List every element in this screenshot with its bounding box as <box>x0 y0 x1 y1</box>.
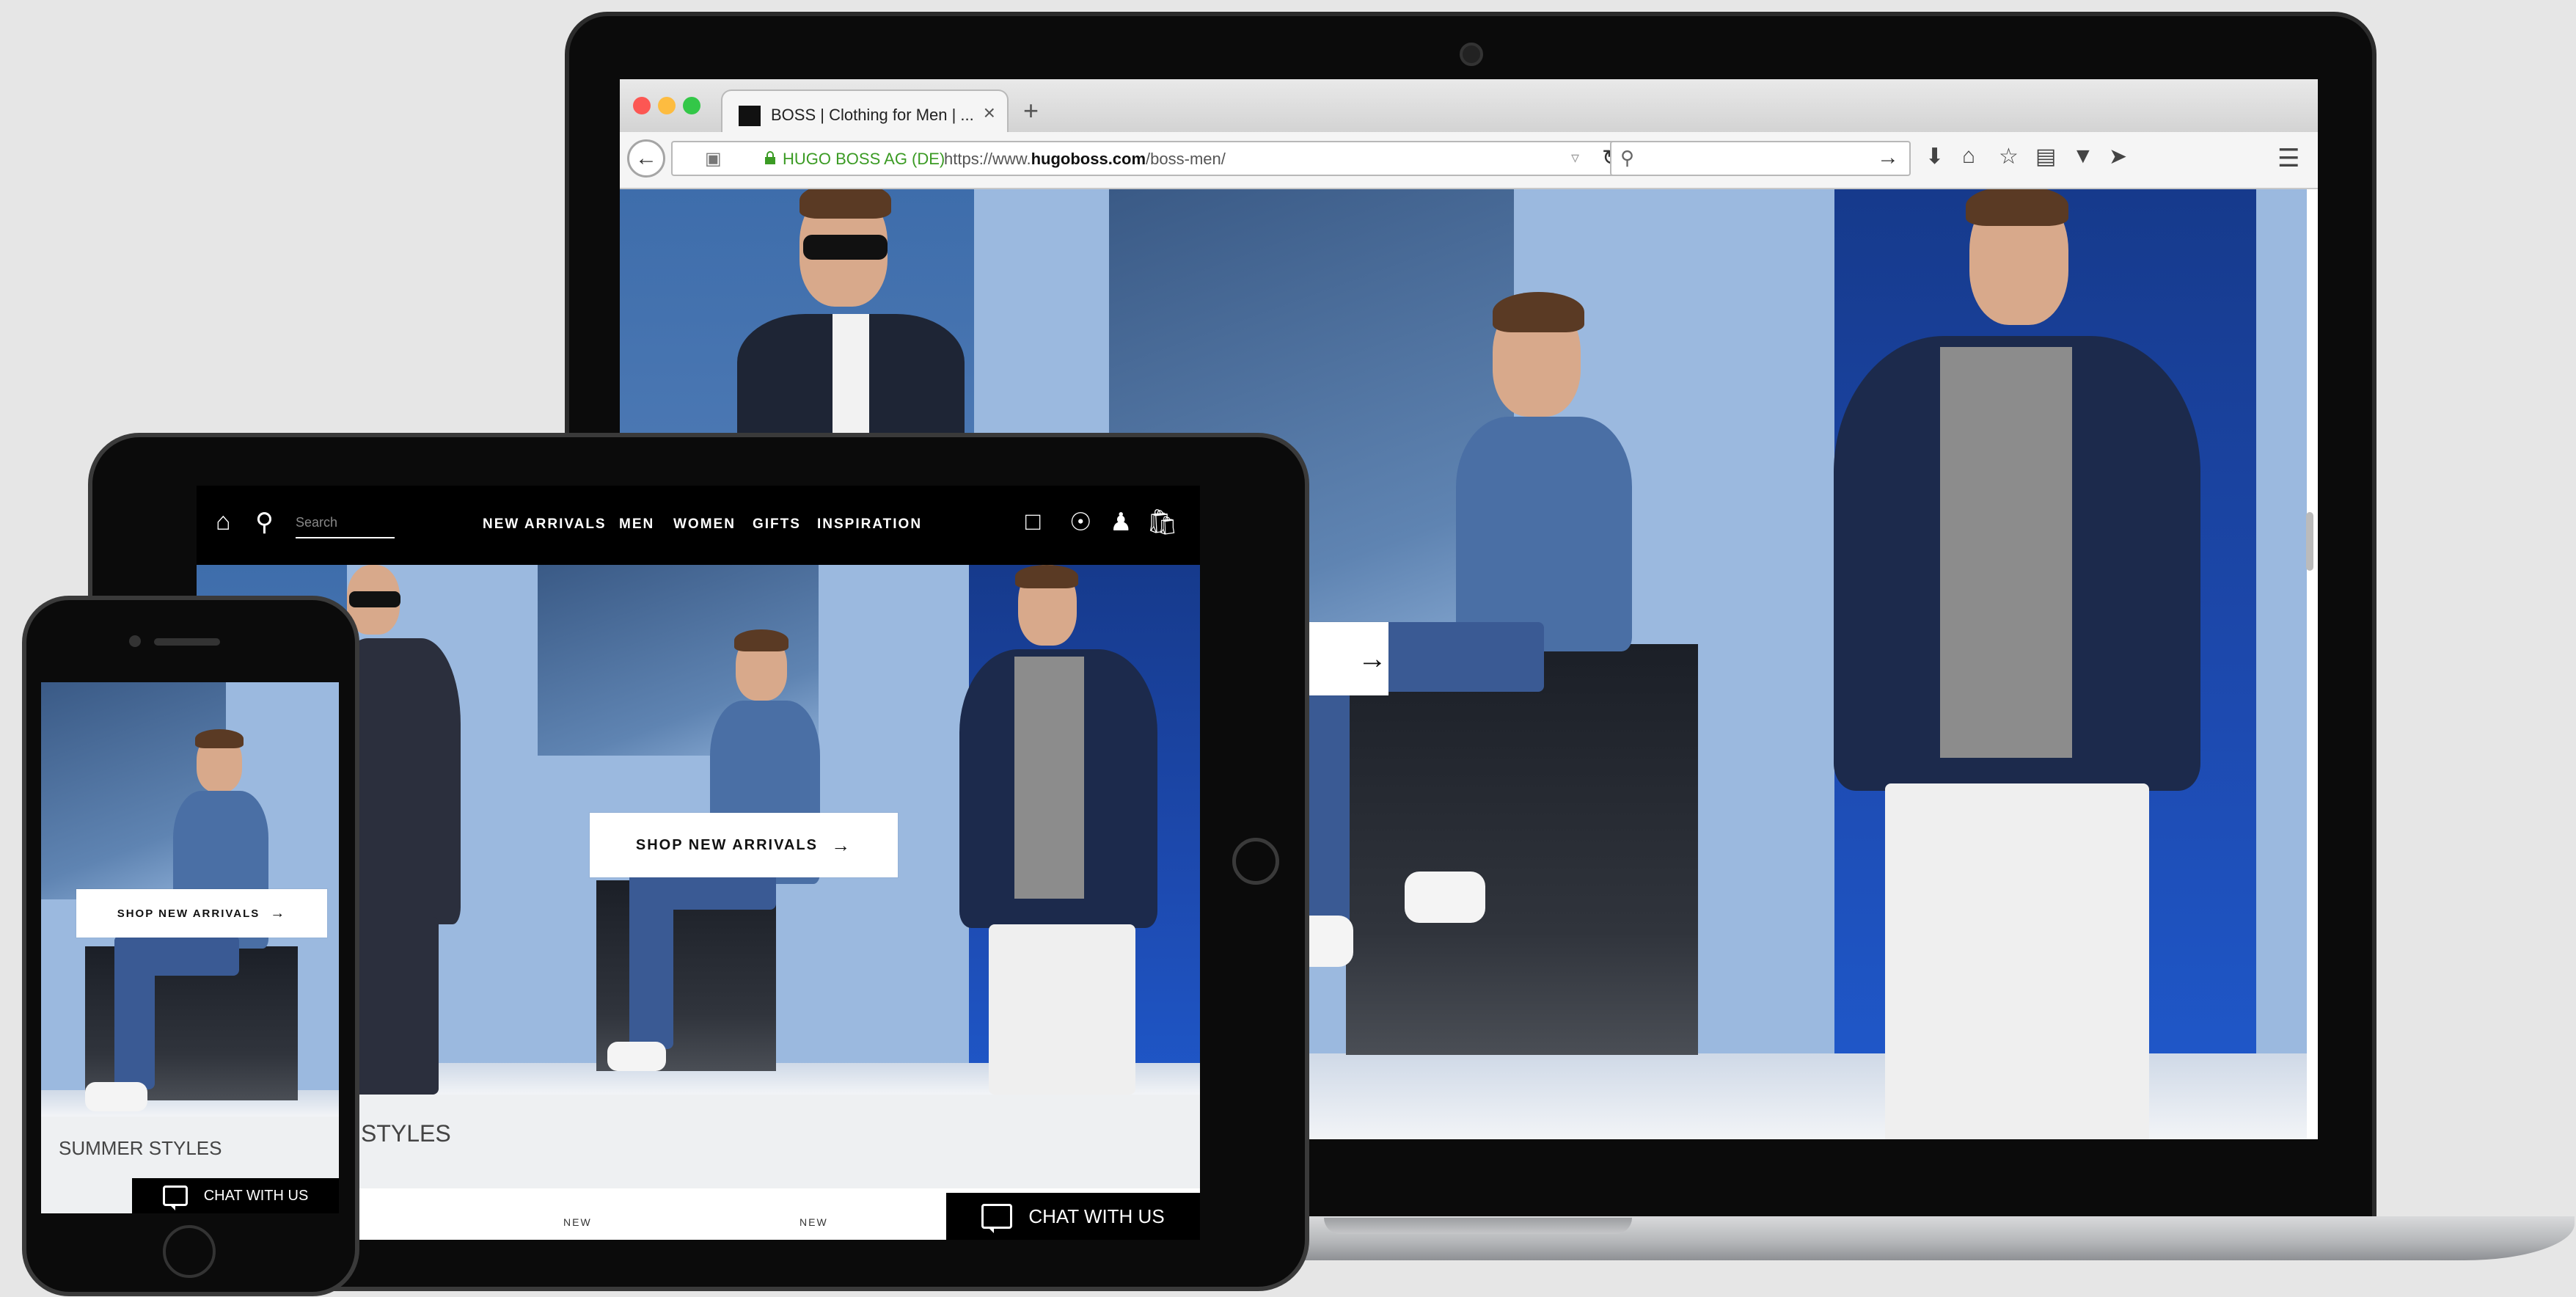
search-icon[interactable]: ⚲ <box>255 508 274 537</box>
hero-banner[interactable]: SHOP NEW ARRIVALS → <box>41 682 339 1117</box>
search-placeholder: Search <box>296 515 338 530</box>
browser-tab-bar: BOSS | Clothing for Men | ... × + <box>620 79 2318 134</box>
phone-home-button[interactable] <box>163 1225 216 1278</box>
section-title: SUMMER STYLES <box>59 1137 222 1159</box>
browser-tab[interactable]: BOSS | Clothing for Men | ... × <box>721 89 1009 134</box>
lock-icon <box>765 151 775 164</box>
chat-label: CHAT WITH US <box>1028 1205 1165 1227</box>
pocket-icon[interactable]: ▼ <box>2072 144 2094 169</box>
cta-label: SHOP NEW ARRIVALS <box>117 907 260 920</box>
star-icon[interactable]: ☆ <box>1999 144 2019 169</box>
chat-label: CHAT WITH US <box>203 1187 309 1204</box>
new-badge: NEW <box>563 1216 592 1228</box>
search-input[interactable]: ⚲ → <box>1610 141 1911 176</box>
nav-gifts[interactable]: GIFTS <box>753 516 801 533</box>
url-text: https://www.hugoboss.com/boss-men/ <box>944 150 1226 168</box>
nav-new-arrivals[interactable]: NEW ARRIVALS <box>483 516 607 533</box>
chat-icon[interactable]: □ <box>1025 508 1041 536</box>
laptop-notch <box>1324 1218 1632 1234</box>
shop-new-arrivals-button[interactable]: SHOP NEW ARRIVALS → <box>590 813 898 877</box>
laptop-camera <box>1460 43 1483 66</box>
chat-with-us-button[interactable]: CHAT WITH US <box>946 1193 1200 1240</box>
phone-speaker <box>154 638 220 646</box>
site-identity-label: HUGO BOSS AG (DE) <box>783 150 945 168</box>
store-locator-icon[interactable]: ☉ <box>1069 508 1091 537</box>
new-badge: NEW <box>799 1216 828 1228</box>
send-icon[interactable]: ➤ <box>2109 144 2127 169</box>
site-favicon <box>739 106 761 126</box>
back-arrow-icon[interactable]: ← <box>627 139 665 178</box>
search-go-icon[interactable]: → <box>1877 145 1899 170</box>
window-close-button[interactable] <box>633 97 651 114</box>
arrow-right-icon: → <box>1358 642 1388 675</box>
home-icon[interactable]: ⌂ <box>1962 144 1975 169</box>
home-icon[interactable]: ⌂ <box>216 508 231 536</box>
nav-men[interactable]: MEN <box>619 516 654 533</box>
tab-title: BOSS | Clothing for Men | ... <box>771 106 974 124</box>
site-header: ⌂ ⚲ Search NEW ARRIVALS MEN WOMEN GIFTS … <box>197 486 1200 565</box>
arrow-right-icon: → <box>831 833 852 856</box>
display-cube <box>1346 644 1698 1055</box>
account-icon[interactable]: ♟ <box>1110 508 1132 537</box>
cta-label: SHOP NEW ARRIVALS <box>635 836 818 853</box>
arrow-right-icon: → <box>270 905 287 921</box>
phone-site-screen: SHOP NEW ARRIVALS → SUMMER STYLES CHAT W… <box>41 682 339 1213</box>
nav-inspiration[interactable]: INSPIRATION <box>817 516 922 533</box>
browser-navigation-bar: ← ▣ HUGO BOSS AG (DE) https://www.hugobo… <box>620 132 2318 189</box>
url-dropdown-icon[interactable]: ▿ <box>1571 148 1579 167</box>
download-icon[interactable]: ⬇ <box>1925 144 1944 169</box>
reading-list-icon[interactable]: ▤ <box>2035 144 2056 169</box>
chat-with-us-button[interactable]: CHAT WITH US <box>132 1178 339 1213</box>
new-tab-button[interactable]: + <box>1023 95 1039 126</box>
window-zoom-button[interactable] <box>683 97 700 114</box>
chat-bubble-icon <box>981 1204 1013 1233</box>
chat-bubble-icon <box>162 1185 188 1210</box>
shop-new-arrivals-button[interactable]: SHOP NEW ARRIVALS → <box>76 889 327 938</box>
window-minimize-button[interactable] <box>658 97 676 114</box>
hamburger-menu-icon[interactable]: ☰ <box>2277 144 2299 173</box>
identity-icon[interactable]: ▣ <box>705 148 722 169</box>
phone-camera <box>129 635 141 647</box>
bag-icon[interactable]: 🛍 <box>1146 508 1178 537</box>
page-scrollbar[interactable] <box>2306 512 2313 571</box>
site-search-input[interactable]: Search <box>296 515 395 538</box>
nav-women[interactable]: WOMEN <box>673 516 736 533</box>
tab-close-icon[interactable]: × <box>984 101 995 125</box>
search-icon: ⚲ <box>1620 147 1635 169</box>
tablet-home-button[interactable] <box>1232 838 1279 885</box>
address-bar[interactable]: ▣ HUGO BOSS AG (DE) https://www.hugoboss… <box>671 141 1632 176</box>
